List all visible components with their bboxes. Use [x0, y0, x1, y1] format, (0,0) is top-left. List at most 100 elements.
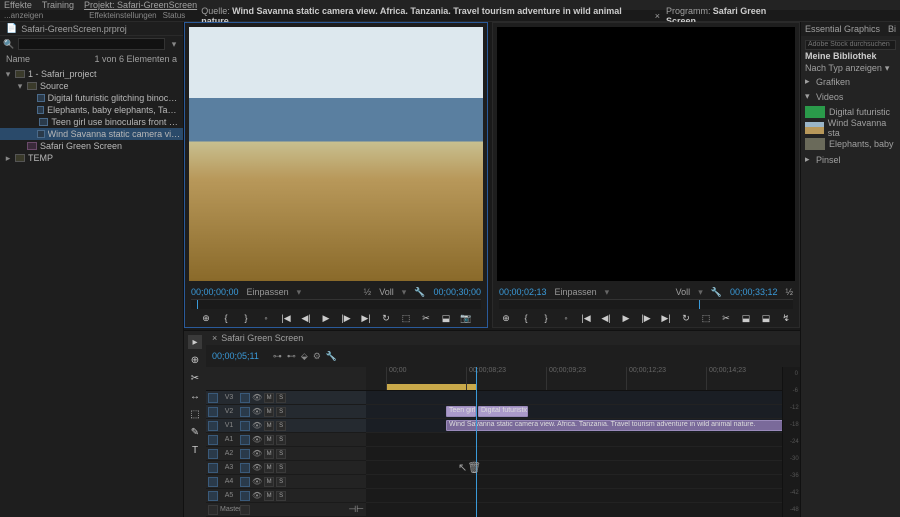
tree-item[interactable]: Wind Savanna static camera view. Africa.…: [0, 128, 183, 140]
close-icon[interactable]: ×: [655, 11, 660, 21]
track-header[interactable]: A2👁MS: [206, 447, 366, 461]
track-row[interactable]: [366, 461, 782, 475]
menu-effects[interactable]: Effekte: [4, 0, 32, 10]
link-icon[interactable]: ⊷: [287, 351, 296, 362]
filter-icon[interactable]: ▾: [169, 39, 179, 49]
source-video[interactable]: [189, 27, 483, 281]
transport-button[interactable]: ⬚: [699, 311, 713, 325]
transport-button[interactable]: |▶: [339, 311, 353, 325]
track-header[interactable]: A3👁MS: [206, 461, 366, 475]
eg-item[interactable]: Elephants, baby: [801, 136, 900, 152]
transport-button[interactable]: ⊕: [499, 311, 513, 325]
marker-icon[interactable]: ⬙: [301, 351, 308, 362]
transport-button[interactable]: ✂: [419, 311, 433, 325]
tree-item[interactable]: Elephants, baby elephants, Tanzania, Afr…: [0, 104, 183, 116]
eg-library[interactable]: Meine Bibliothek: [805, 51, 877, 61]
transport-button[interactable]: |▶: [639, 311, 653, 325]
eg-item[interactable]: Wind Savanna sta: [801, 120, 900, 136]
playhead[interactable]: [476, 367, 477, 517]
track-row[interactable]: Wind Savanna static camera view. Africa.…: [366, 419, 782, 433]
tool-button[interactable]: ⊕: [188, 353, 202, 367]
transport-button[interactable]: ↯: [779, 311, 793, 325]
eg-section-brush[interactable]: Pinsel: [816, 155, 841, 165]
tree-item[interactable]: ▾Source: [0, 80, 183, 92]
sequence-tab[interactable]: Safari Green Screen: [221, 333, 303, 343]
program-scrubber[interactable]: [499, 299, 793, 309]
tool-button[interactable]: ⬚: [188, 407, 202, 421]
tree-item[interactable]: ▾1 - Safari_project: [0, 68, 183, 80]
transport-button[interactable]: ◀|: [299, 311, 313, 325]
project-search-input[interactable]: [18, 38, 165, 50]
transport-button[interactable]: ⬓: [439, 311, 453, 325]
transport-button[interactable]: ▶: [319, 311, 333, 325]
source-tc-out[interactable]: 00;00;30;00: [433, 287, 481, 297]
tab-effects[interactable]: Effekteinstellungen: [89, 11, 156, 20]
menu-training[interactable]: Training: [42, 0, 74, 10]
tab-view[interactable]: ...anzeigen: [4, 11, 43, 20]
wrench-icon[interactable]: 🔧: [326, 351, 337, 362]
timeline-tracks[interactable]: 00;0000;00;08;2300;00;09;2300;00;12;2300…: [366, 367, 782, 517]
tool-button[interactable]: ↔: [188, 389, 202, 403]
transport-button[interactable]: ▶|: [359, 311, 373, 325]
tab-status[interactable]: Status: [163, 11, 186, 20]
transport-button[interactable]: }: [239, 311, 253, 325]
track-header[interactable]: A4👁MS: [206, 475, 366, 489]
menu-project[interactable]: Projekt: Safari-GreenScreen: [84, 0, 197, 10]
source-fit[interactable]: Einpassen: [247, 287, 289, 297]
track-row[interactable]: [366, 475, 782, 489]
clip[interactable]: Digital futuristic gli: [478, 406, 528, 417]
chevron-right-icon[interactable]: ▸: [805, 154, 813, 165]
track-header[interactable]: A5👁MS: [206, 489, 366, 503]
program-tc-out[interactable]: 00;00;33;12: [730, 287, 778, 297]
transport-button[interactable]: ↻: [379, 311, 393, 325]
program-half[interactable]: ½: [785, 287, 793, 297]
tree-item[interactable]: Teen girl use binoculars front view: [0, 116, 183, 128]
track-row[interactable]: [366, 433, 782, 447]
transport-button[interactable]: ▶|: [659, 311, 673, 325]
source-tc-in[interactable]: 00;00;00;00: [191, 287, 239, 297]
tree-item[interactable]: Digital futuristic glitching binocular v…: [0, 92, 183, 104]
tool-button[interactable]: T: [188, 443, 202, 457]
source-scrubber[interactable]: [191, 299, 481, 309]
transport-button[interactable]: ◦: [259, 311, 273, 325]
transport-button[interactable]: ◀|: [599, 311, 613, 325]
transport-button[interactable]: ⬚: [399, 311, 413, 325]
chevron-right-icon[interactable]: ▸: [805, 76, 813, 87]
chevron-down-icon[interactable]: ▾: [885, 63, 890, 74]
clip[interactable]: Teen girl us: [446, 406, 476, 417]
track-row[interactable]: [366, 489, 782, 503]
track-header[interactable]: A1👁MS: [206, 433, 366, 447]
program-full[interactable]: Voll: [676, 287, 691, 297]
transport-button[interactable]: }: [539, 311, 553, 325]
track-row[interactable]: [366, 447, 782, 461]
track-row[interactable]: [366, 391, 782, 405]
tree-item[interactable]: ▸TEMP: [0, 152, 183, 164]
wrench-icon[interactable]: 🔧: [414, 287, 425, 298]
snap-icon[interactable]: ⊶: [273, 351, 282, 362]
tool-button[interactable]: ▸: [188, 335, 202, 349]
eg-search-input[interactable]: [805, 40, 896, 50]
transport-button[interactable]: {: [519, 311, 533, 325]
transport-button[interactable]: ⬓: [739, 311, 753, 325]
time-ruler[interactable]: 00;0000;00;08;2300;00;09;2300;00;12;2300…: [366, 367, 782, 391]
eg-bib[interactable]: Bi: [888, 24, 896, 34]
col-name[interactable]: Name: [6, 54, 30, 64]
program-fit[interactable]: Einpassen: [555, 287, 597, 297]
tool-button[interactable]: ✂: [188, 371, 202, 385]
transport-button[interactable]: ▶: [619, 311, 633, 325]
track-header[interactable]: V3👁MS: [206, 391, 366, 405]
transport-button[interactable]: ◦: [559, 311, 573, 325]
clip[interactable]: Wind Savanna static camera view. Africa.…: [446, 420, 782, 431]
source-full[interactable]: Voll: [379, 287, 394, 297]
timeline-tc[interactable]: 00;00;05;11: [212, 351, 259, 361]
tool-button[interactable]: ✎: [188, 425, 202, 439]
project-tree[interactable]: ▾1 - Safari_project▾SourceDigital futuri…: [0, 66, 183, 517]
program-video[interactable]: [497, 27, 795, 281]
transport-button[interactable]: ↻: [679, 311, 693, 325]
chevron-down-icon[interactable]: ▾: [805, 91, 813, 102]
wrench-icon[interactable]: 🔧: [711, 287, 722, 298]
transport-button[interactable]: 📷: [459, 311, 473, 325]
program-tc-in[interactable]: 00;00;02;13: [499, 287, 547, 297]
settings-icon[interactable]: ⚙: [313, 351, 321, 362]
close-icon[interactable]: ×: [212, 333, 217, 343]
